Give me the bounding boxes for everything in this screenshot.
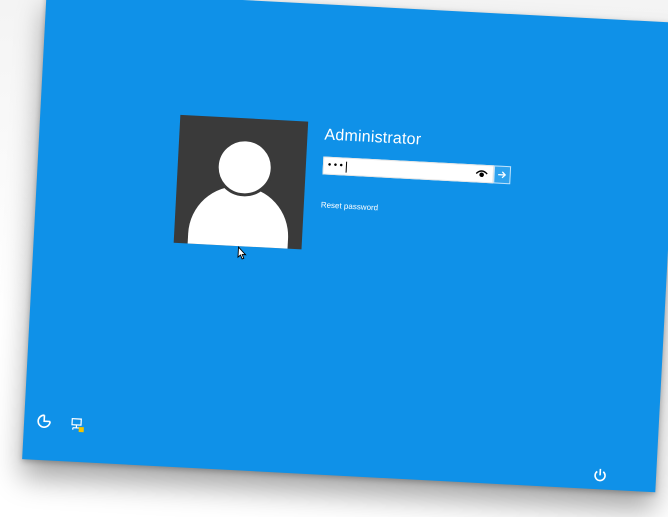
mouse-pointer-icon [237, 246, 248, 261]
photo-frame: Administrator Reset [0, 0, 668, 517]
eye-icon[interactable] [475, 168, 488, 179]
submit-button[interactable] [493, 165, 512, 185]
arrow-right-icon [497, 166, 507, 184]
user-avatar [173, 114, 309, 250]
password-box [322, 156, 512, 185]
user-name: Administrator [324, 126, 422, 149]
ease-of-access-icon[interactable] [36, 413, 53, 430]
password-field-container[interactable] [322, 156, 495, 184]
power-icon[interactable] [592, 467, 609, 484]
login-screen: Administrator Reset [22, 0, 668, 493]
reset-password-link[interactable]: Reset password [321, 200, 379, 212]
network-icon[interactable] [70, 417, 87, 434]
